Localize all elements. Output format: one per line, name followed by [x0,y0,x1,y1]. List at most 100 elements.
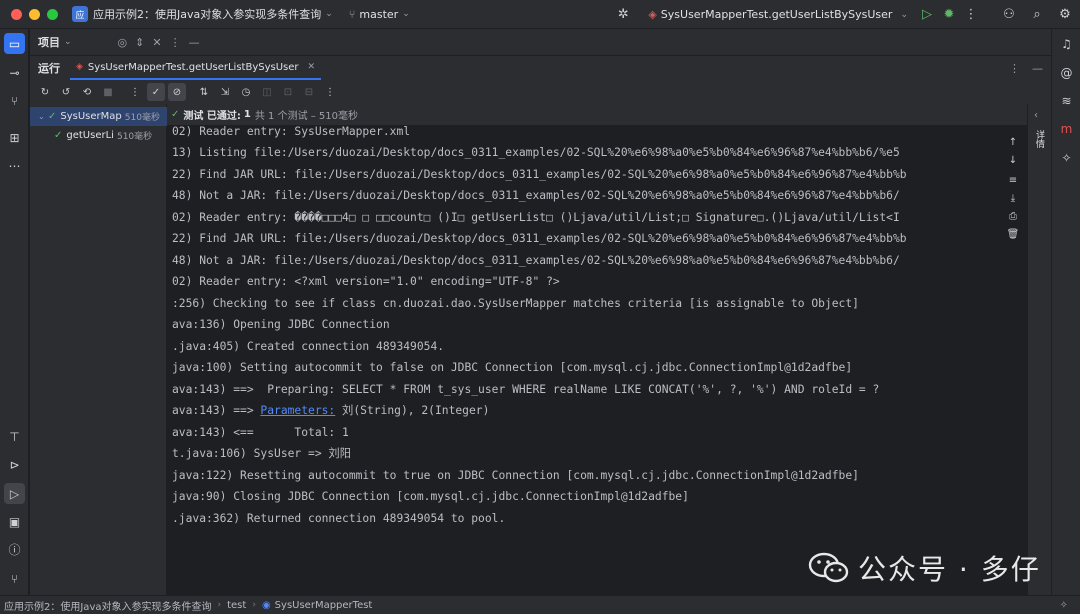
run-panel-title: 运行 [38,62,60,75]
toggle-auto-test-icon[interactable]: ⟲ [78,83,96,101]
more-icon[interactable]: ⋮ [960,4,982,26]
screenshot-icon[interactable]: ◫ [258,83,276,101]
test-config-icon: ◈ [76,62,83,72]
console-line: 48) Not a JAR: file:/Users/duozai/Deskto… [172,254,900,267]
test-results-tree: ⌄ ✓ SysUserMap 510毫秒 ✓ getUserLi 510毫秒 [30,104,167,595]
more-tools-icon[interactable]: ⋯ [4,155,25,176]
structure-icon[interactable]: ⊞ [4,127,25,148]
window-controls [11,8,58,20]
more-icon[interactable]: ⋮ [126,83,144,101]
plugin-icon[interactable]: ✧ [1056,147,1077,168]
up-arrow-icon[interactable]: ↑ [1004,133,1022,151]
close-window-button[interactable] [11,8,22,20]
chevron-right-icon: › [252,600,256,610]
maximize-window-button[interactable] [47,8,58,20]
console-line: 02) Reader entry: SysUserMapper.xml [172,125,411,138]
stop-icon[interactable]: ■ [99,83,117,101]
project-badge[interactable]: 应 [72,6,88,22]
history-icon[interactable]: ◷ [237,83,255,101]
chevron-down-icon[interactable]: ⌄ [38,112,48,121]
trash-icon[interactable]: 🗑 [1004,225,1022,243]
down-arrow-icon[interactable]: ↓ [1004,151,1022,169]
debug-icon[interactable]: ✹ [938,4,960,26]
project-panel-title[interactable]: 项目 [38,34,60,50]
commit-icon[interactable]: ⊸ [4,62,25,83]
run-config-label: SysUserMapperTest.getUserListBySysUser [660,8,893,21]
chevron-down-icon[interactable]: ⌄ [325,9,333,19]
chevron-left-icon[interactable]: ‹ [1034,110,1038,121]
git-icon[interactable]: ⑂ [4,568,25,589]
run-icon[interactable]: ▷ [916,4,938,26]
ai-assistant-icon[interactable]: @ [1056,62,1077,83]
tree-item-name: SysUserMap [60,111,122,122]
database-icon[interactable]: ≋ [1056,90,1077,111]
tree-item[interactable]: ⌄ ✓ SysUserMap 510毫秒 [30,107,167,126]
console-line: 13) Listing file:/Users/duozai/Desktop/d… [172,146,900,159]
breadcrumb-item[interactable]: SysUserMapperTest [275,600,373,611]
test-config-icon: ◈ [648,8,657,21]
breadcrumb-item[interactable]: 应用示例2：使用Java对象入参实现多条件查询 [4,598,212,613]
run-configuration-selector[interactable]: ◈ SysUserMapperTest.getUserListBySysUser… [648,8,908,21]
project-folder-icon[interactable]: ▭ [4,33,25,54]
project-name[interactable]: 应用示例2：使用Java对象入参实现多条件查询 [93,6,321,22]
bug-icon[interactable]: ✲ [612,4,634,26]
build-hammer-icon[interactable]: ⊤ [4,426,25,447]
scroll-to-end-icon[interactable]: ⤓ [1004,189,1022,207]
print-icon[interactable]: ⎙ [1004,207,1022,225]
rerun-icon[interactable]: ↻ [36,83,54,101]
console-line: .java:405) Created connection 489349054. [172,340,445,353]
chevron-down-icon[interactable]: ⌄ [402,9,410,19]
hide-icon[interactable]: — [189,36,200,49]
passed-check-icon: ✓ [171,109,180,120]
options-icon[interactable]: ⋮ [170,36,181,49]
locate-icon[interactable]: ◎ [118,36,128,49]
settings-gear-icon[interactable]: ⚙ [1054,4,1076,26]
export-icon[interactable]: ⊡ [279,83,297,101]
tree-item[interactable]: ✓ getUserLi 510毫秒 [30,126,167,145]
sort-alpha-icon[interactable]: ⇅ [195,83,213,101]
breadcrumb-item[interactable]: test [227,600,246,611]
pull-requests-icon[interactable]: ⑂ [4,90,25,111]
options-icon[interactable]: ⋮ [1009,62,1020,75]
terminal-icon[interactable]: ▣ [4,511,25,532]
chevron-down-icon: ⌄ [900,9,908,20]
problems-icon[interactable]: ⓘ [4,539,25,560]
passed-check-icon: ✓ [54,130,63,141]
console-output[interactable]: 02) Reader entry: SysUserMapper.xml 13) … [167,125,1000,595]
plugin-status-icon[interactable]: ✧ [1060,600,1068,611]
status-bar: 应用示例2：使用Java对象入参实现多条件查询 › test › ◉ SysUs… [0,595,1080,614]
console-line: ava:143) ==> Preparing: SELECT * FROM t_… [172,383,880,396]
test-class-icon: ◉ [261,599,271,611]
rerun-failed-icon[interactable]: ↺ [57,83,75,101]
tree-item-name: getUserLi [66,130,114,141]
notifications-bell-icon[interactable]: ♫ [1056,33,1077,54]
status-prefix: 测试 已通过: [183,111,241,122]
maven-icon[interactable]: m [1056,118,1077,139]
chevron-down-icon[interactable]: ⌄ [64,37,72,47]
parameters-link[interactable]: Parameters: [260,404,335,417]
expand-all-icon[interactable]: ⇕ [135,36,144,49]
close-tab-icon[interactable]: ✕ [308,62,316,72]
soft-wrap-icon[interactable]: ≡ [1004,171,1022,189]
console-line: java:90) Closing JDBC Connection [com.my… [172,490,689,503]
run-tool-icon[interactable]: ▷ [4,483,25,504]
minimize-window-button[interactable] [29,8,40,20]
add-user-icon[interactable]: ⚇ [998,4,1020,26]
collapse-all-icon[interactable]: ✕ [152,36,161,49]
more-icon[interactable]: ⋮ [321,83,339,101]
details-side-panel[interactable]: ‹ 详情 [1027,104,1051,595]
console-line: ava:136) Opening JDBC Connection [172,318,390,331]
sort-duration-icon[interactable]: ⇲ [216,83,234,101]
title-bar: 应 应用示例2：使用Java对象入参实现多条件查询 ⌄ ⑂ master ⌄ ✲… [0,0,1080,29]
console-line: t.java:106) SysUser => 刘阳 [172,447,352,460]
services-icon[interactable]: ⊳ [4,454,25,475]
show-passed-icon[interactable]: ✓ [147,83,165,101]
tree-item-time: 510毫秒 [124,113,160,123]
show-ignored-icon[interactable]: ⊘ [168,83,186,101]
hide-icon[interactable]: — [1032,62,1043,75]
branch-name[interactable]: master [359,8,398,21]
console-line: 22) Find JAR URL: file:/Users/duozai/Des… [172,168,907,181]
run-tab[interactable]: ◈ SysUserMapperTest.getUserListBySysUser… [70,56,322,80]
search-icon[interactable]: ⌕ [1026,4,1048,26]
import-icon[interactable]: ⊟ [300,83,318,101]
